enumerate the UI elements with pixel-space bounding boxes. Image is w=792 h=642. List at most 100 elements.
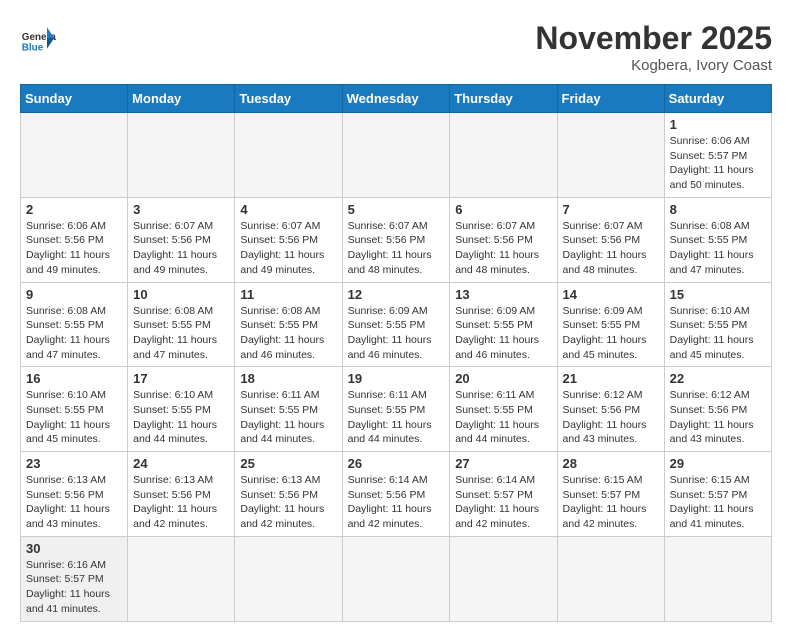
day-number: 19 xyxy=(348,371,445,386)
calendar-cell xyxy=(664,536,771,621)
calendar-cell: 16 Sunrise: 6:10 AM Sunset: 5:55 PM Dayli… xyxy=(21,367,128,452)
day-info: Sunrise: 6:09 AM Sunset: 5:55 PM Dayligh… xyxy=(348,304,445,363)
day-info: Sunrise: 6:06 AM Sunset: 5:56 PM Dayligh… xyxy=(26,219,122,278)
calendar-cell xyxy=(557,113,664,198)
calendar-cell xyxy=(450,113,557,198)
day-number: 23 xyxy=(26,456,122,471)
calendar-cell xyxy=(128,113,235,198)
day-info: Sunrise: 6:14 AM Sunset: 5:56 PM Dayligh… xyxy=(348,473,445,532)
day-info: Sunrise: 6:12 AM Sunset: 5:56 PM Dayligh… xyxy=(670,388,766,447)
day-number: 14 xyxy=(563,287,659,302)
calendar-cell: 11Sunrise: 6:08 AM Sunset: 5:55 PM Dayli… xyxy=(235,282,342,367)
page-header: General Blue November 2025 Kogbera, Ivor… xyxy=(20,20,772,74)
day-number: 16 xyxy=(26,371,122,386)
day-info: Sunrise: 6:07 AM Sunset: 5:56 PM Dayligh… xyxy=(133,219,229,278)
day-number: 29 xyxy=(670,456,766,471)
day-number: 24 xyxy=(133,456,229,471)
calendar-week-row: 1Sunrise: 6:06 AM Sunset: 5:57 PM Daylig… xyxy=(21,113,772,198)
day-number: 7 xyxy=(563,202,659,217)
calendar-cell xyxy=(557,536,664,621)
calendar-cell: 12Sunrise: 6:09 AM Sunset: 5:55 PM Dayli… xyxy=(342,282,450,367)
day-number: 2 xyxy=(26,202,122,217)
day-info: Sunrise: 6:07 AM Sunset: 5:56 PM Dayligh… xyxy=(240,219,336,278)
day-number: 18 xyxy=(240,371,336,386)
day-info: Sunrise: 6:13 AM Sunset: 5:56 PM Dayligh… xyxy=(26,473,122,532)
day-info: Sunrise: 6:11 AM Sunset: 5:55 PM Dayligh… xyxy=(455,388,551,447)
day-number: 9 xyxy=(26,287,122,302)
weekday-header-sunday: Sunday xyxy=(21,85,128,113)
calendar-cell: 8 Sunrise: 6:08 AM Sunset: 5:55 PM Daylig… xyxy=(664,197,771,282)
day-info: Sunrise: 6:10 AM Sunset: 5:55 PM Dayligh… xyxy=(26,388,122,447)
weekday-header-wednesday: Wednesday xyxy=(342,85,450,113)
calendar-cell xyxy=(21,113,128,198)
day-info: Sunrise: 6:08 AM Sunset: 5:55 PM Dayligh… xyxy=(670,219,766,278)
calendar-cell: 23 Sunrise: 6:13 AM Sunset: 5:56 PM Dayli… xyxy=(21,452,128,537)
calendar-cell: 24 Sunrise: 6:13 AM Sunset: 5:56 PM Dayli… xyxy=(128,452,235,537)
day-info: Sunrise: 6:14 AM Sunset: 5:57 PM Dayligh… xyxy=(455,473,551,532)
day-number: 26 xyxy=(348,456,445,471)
day-info: Sunrise: 6:08 AM Sunset: 5:55 PM Dayligh… xyxy=(133,304,229,363)
day-info: Sunrise: 6:10 AM Sunset: 5:55 PM Dayligh… xyxy=(133,388,229,447)
day-number: 11 xyxy=(240,287,336,302)
day-info: Sunrise: 6:09 AM Sunset: 5:55 PM Dayligh… xyxy=(455,304,551,363)
day-info: Sunrise: 6:11 AM Sunset: 5:55 PM Dayligh… xyxy=(348,388,445,447)
calendar-week-row: 16 Sunrise: 6:10 AM Sunset: 5:55 PM Dayli… xyxy=(21,367,772,452)
day-info: Sunrise: 6:12 AM Sunset: 5:56 PM Dayligh… xyxy=(563,388,659,447)
calendar-cell: 6 Sunrise: 6:07 AM Sunset: 5:56 PM Daylig… xyxy=(450,197,557,282)
day-info: Sunrise: 6:11 AM Sunset: 5:55 PM Dayligh… xyxy=(240,388,336,447)
weekday-header-row: SundayMondayTuesdayWednesdayThursdayFrid… xyxy=(21,85,772,113)
calendar-table: SundayMondayTuesdayWednesdayThursdayFrid… xyxy=(20,84,772,622)
day-info: Sunrise: 6:15 AM Sunset: 5:57 PM Dayligh… xyxy=(563,473,659,532)
calendar-cell: 26 Sunrise: 6:14 AM Sunset: 5:56 PM Dayli… xyxy=(342,452,450,537)
calendar-cell: 20 Sunrise: 6:11 AM Sunset: 5:55 PM Dayli… xyxy=(450,367,557,452)
calendar-cell xyxy=(235,536,342,621)
day-number: 4 xyxy=(240,202,336,217)
calendar-cell: 3 Sunrise: 6:07 AM Sunset: 5:56 PM Daylig… xyxy=(128,197,235,282)
day-number: 10 xyxy=(133,287,229,302)
calendar-cell: 13Sunrise: 6:09 AM Sunset: 5:55 PM Dayli… xyxy=(450,282,557,367)
calendar-cell: 25 Sunrise: 6:13 AM Sunset: 5:56 PM Dayli… xyxy=(235,452,342,537)
day-number: 8 xyxy=(670,202,766,217)
calendar-cell xyxy=(342,536,450,621)
calendar-cell: 29 Sunrise: 6:15 AM Sunset: 5:57 PM Dayli… xyxy=(664,452,771,537)
calendar-cell xyxy=(128,536,235,621)
calendar-cell: 30Sunrise: 6:16 AM Sunset: 5:57 PM Dayli… xyxy=(21,536,128,621)
calendar-cell xyxy=(235,113,342,198)
day-number: 3 xyxy=(133,202,229,217)
day-number: 25 xyxy=(240,456,336,471)
day-number: 20 xyxy=(455,371,551,386)
weekday-header-saturday: Saturday xyxy=(664,85,771,113)
calendar-cell: 17 Sunrise: 6:10 AM Sunset: 5:55 PM Dayli… xyxy=(128,367,235,452)
calendar-cell: 22 Sunrise: 6:12 AM Sunset: 5:56 PM Dayli… xyxy=(664,367,771,452)
day-number: 22 xyxy=(670,371,766,386)
day-info: Sunrise: 6:13 AM Sunset: 5:56 PM Dayligh… xyxy=(240,473,336,532)
day-info: Sunrise: 6:13 AM Sunset: 5:56 PM Dayligh… xyxy=(133,473,229,532)
calendar-cell: 27 Sunrise: 6:14 AM Sunset: 5:57 PM Dayli… xyxy=(450,452,557,537)
calendar-cell: 15 Sunrise: 6:10 AM Sunset: 5:55 PM Dayli… xyxy=(664,282,771,367)
day-info: Sunrise: 6:07 AM Sunset: 5:56 PM Dayligh… xyxy=(455,219,551,278)
calendar-week-row: 9 Sunrise: 6:08 AM Sunset: 5:55 PM Daylig… xyxy=(21,282,772,367)
calendar-cell: 19 Sunrise: 6:11 AM Sunset: 5:55 PM Dayli… xyxy=(342,367,450,452)
day-info: Sunrise: 6:15 AM Sunset: 5:57 PM Dayligh… xyxy=(670,473,766,532)
weekday-header-thursday: Thursday xyxy=(450,85,557,113)
day-info: Sunrise: 6:08 AM Sunset: 5:55 PM Dayligh… xyxy=(26,304,122,363)
day-number: 5 xyxy=(348,202,445,217)
calendar-cell: 9 Sunrise: 6:08 AM Sunset: 5:55 PM Daylig… xyxy=(21,282,128,367)
day-number: 28 xyxy=(563,456,659,471)
calendar-cell: 18 Sunrise: 6:11 AM Sunset: 5:55 PM Dayli… xyxy=(235,367,342,452)
day-number: 6 xyxy=(455,202,551,217)
day-number: 1 xyxy=(670,117,766,132)
calendar-cell: 5Sunrise: 6:07 AM Sunset: 5:56 PM Daylig… xyxy=(342,197,450,282)
calendar-cell: 7 Sunrise: 6:07 AM Sunset: 5:56 PM Daylig… xyxy=(557,197,664,282)
day-info: Sunrise: 6:10 AM Sunset: 5:55 PM Dayligh… xyxy=(670,304,766,363)
calendar-cell: 14Sunrise: 6:09 AM Sunset: 5:55 PM Dayli… xyxy=(557,282,664,367)
day-info: Sunrise: 6:07 AM Sunset: 5:56 PM Dayligh… xyxy=(563,219,659,278)
calendar-cell xyxy=(342,113,450,198)
day-number: 21 xyxy=(563,371,659,386)
calendar-cell: 10 Sunrise: 6:08 AM Sunset: 5:55 PM Dayli… xyxy=(128,282,235,367)
day-number: 15 xyxy=(670,287,766,302)
day-number: 27 xyxy=(455,456,551,471)
calendar-cell: 2 Sunrise: 6:06 AM Sunset: 5:56 PM Daylig… xyxy=(21,197,128,282)
calendar-cell: 28 Sunrise: 6:15 AM Sunset: 5:57 PM Dayli… xyxy=(557,452,664,537)
day-number: 17 xyxy=(133,371,229,386)
